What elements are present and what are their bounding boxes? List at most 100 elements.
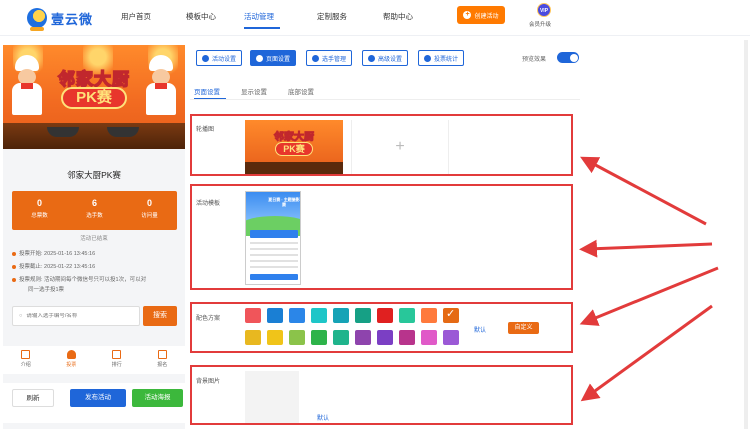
users-icon xyxy=(312,54,319,62)
tab-signup[interactable]: 报名 xyxy=(140,346,186,374)
ranking-icon xyxy=(112,350,122,359)
color-swatch[interactable] xyxy=(443,307,459,323)
tab-vote[interactable]: 投票 xyxy=(49,346,95,374)
stat-total-votes: 0 总票数 xyxy=(31,198,48,219)
logo-icon xyxy=(27,8,47,31)
search-icon: ○ xyxy=(19,313,23,319)
custom-color-button[interactable]: 自定义 xyxy=(508,322,539,334)
sliders-icon xyxy=(368,54,375,62)
arrow-to-background xyxy=(580,304,713,402)
template-section: 活动模板 夏日赛 · 主题摄影赛 xyxy=(190,184,573,290)
nav-help-center[interactable]: 帮助中心 xyxy=(383,11,413,22)
preview-actions: 刷新 发布活动 活动海报 xyxy=(3,383,185,423)
chef-illustration-left xyxy=(9,55,45,115)
tab-vote-statistics[interactable]: 投票统计 xyxy=(418,50,465,66)
create-activity-button[interactable]: + 创建活动 xyxy=(457,6,505,24)
activity-template-thumbnail[interactable]: 夏日赛 · 主题摄影赛 xyxy=(245,191,301,285)
brand-logo[interactable]: 壹云微 xyxy=(27,8,94,31)
gear-icon xyxy=(202,54,209,62)
preview-banner: 邻家大厨 PK赛 xyxy=(3,45,185,149)
color-swatch[interactable] xyxy=(355,330,371,345)
color-swatch[interactable] xyxy=(289,330,305,345)
template-label: 活动模板 xyxy=(196,201,221,207)
vote-rules-continued: 同一选手投1票 xyxy=(28,287,65,293)
nav-user-home[interactable]: 用户首页 xyxy=(121,11,151,22)
color-swatch[interactable] xyxy=(443,330,459,345)
arrow-to-carousel xyxy=(580,156,707,226)
chef-illustration-right xyxy=(143,55,179,115)
activity-name: 邻家大厨PK赛 xyxy=(67,170,121,180)
default-background-link[interactable]: 默认 xyxy=(317,413,329,422)
color-scheme-section: 配色方案 默认 自定义 xyxy=(190,302,573,353)
vote-icon xyxy=(66,350,76,359)
subtab-display-settings[interactable]: 显示设置 xyxy=(241,86,267,96)
add-carousel-image-button[interactable]: + xyxy=(351,120,449,174)
plus-icon: + xyxy=(463,11,472,19)
carousel-image-1[interactable]: 邻家大厨 PK赛 xyxy=(245,120,343,174)
background-label: 背景图片 xyxy=(196,379,221,385)
active-nav-indicator xyxy=(244,27,280,29)
chart-icon xyxy=(424,54,431,62)
tab-page-settings[interactable]: 页面设置 xyxy=(250,50,297,66)
tab-activity-settings[interactable]: 活动设置 xyxy=(196,50,243,66)
activity-stats: 0 总票数 6 选手数 0 访问量 xyxy=(12,191,177,230)
color-swatch[interactable] xyxy=(311,308,327,323)
subtab-footer-settings[interactable]: 底部设置 xyxy=(288,86,314,96)
color-swatch[interactable] xyxy=(245,330,261,345)
color-swatch[interactable] xyxy=(311,330,327,345)
color-swatch[interactable] xyxy=(267,330,283,345)
color-swatch[interactable] xyxy=(267,308,283,323)
brand-name: 壹云微 xyxy=(51,11,94,27)
color-swatch[interactable] xyxy=(399,330,415,345)
preview-tab-bar: 介绍 投票 排行 报名 xyxy=(3,346,185,374)
publish-activity-button[interactable]: 发布活动 xyxy=(70,389,126,407)
color-scheme-label: 配色方案 xyxy=(196,316,221,322)
arrow-to-template xyxy=(579,239,713,258)
tab-player-management[interactable]: 选手管理 xyxy=(306,50,353,66)
vip-upgrade-label[interactable]: 会员升级 xyxy=(529,20,551,28)
search-button[interactable]: 搜索 xyxy=(143,306,177,326)
refresh-button[interactable]: 刷新 xyxy=(12,389,54,407)
background-image-slot[interactable] xyxy=(245,371,299,423)
tab-ranking[interactable]: 排行 xyxy=(94,346,140,374)
nav-template-center[interactable]: 模板中心 xyxy=(186,11,216,22)
mobile-preview: 邻家大厨 PK赛 邻家大厨PK赛 0 总票数 6 选手数 0 访问量 活动已结束… xyxy=(3,45,185,429)
nav-activity-management[interactable]: 活动管理 xyxy=(244,11,274,22)
color-swatch[interactable] xyxy=(333,330,349,345)
color-swatch[interactable] xyxy=(245,308,261,323)
player-search-field[interactable]: ○ xyxy=(12,306,140,326)
color-swatch[interactable] xyxy=(333,308,349,323)
activity-status: 活动已结束 xyxy=(80,236,108,242)
color-swatch[interactable] xyxy=(421,330,437,345)
tab-intro[interactable]: 介绍 xyxy=(3,346,49,374)
color-swatch[interactable] xyxy=(355,308,371,323)
activity-poster-button[interactable]: 活动海报 xyxy=(132,389,183,407)
subtab-page-settings[interactable]: 页面设置 xyxy=(194,86,220,96)
color-swatch[interactable] xyxy=(421,308,437,323)
player-search-input[interactable] xyxy=(26,313,127,319)
color-swatch[interactable] xyxy=(289,308,305,323)
carousel-label: 轮播图 xyxy=(196,127,215,133)
carousel-section: 轮播图 邻家大厨 PK赛 + xyxy=(190,114,573,176)
gear-icon xyxy=(256,54,263,62)
vote-rules: 投票规则: 活动期间每个微信号只可以投1次，可以对 xyxy=(12,276,177,284)
color-swatch[interactable] xyxy=(399,308,415,323)
default-color-link[interactable]: 默认 xyxy=(474,325,486,334)
tab-advanced-settings[interactable]: 高级设置 xyxy=(362,50,409,66)
color-swatch[interactable] xyxy=(377,308,393,323)
signup-icon xyxy=(157,350,167,359)
color-swatch[interactable] xyxy=(377,330,393,345)
top-navigation: 壹云微 用户首页 模板中心 活动管理 定制服务 帮助中心 + 创建活动 VIP … xyxy=(0,0,750,36)
intro-icon xyxy=(21,350,31,359)
stat-visits: 0 访问量 xyxy=(141,198,158,219)
preview-effect-toggle[interactable] xyxy=(557,52,579,63)
nav-custom-service[interactable]: 定制服务 xyxy=(317,11,347,22)
vote-end-time: 投票截止: 2025-01-22 13:45:16 xyxy=(12,263,177,271)
banner-subtitle: PK赛 xyxy=(61,87,127,109)
create-activity-label: 创建活动 xyxy=(474,13,499,20)
vip-icon[interactable]: VIP xyxy=(537,3,551,17)
preview-effect-label: 预览效果 xyxy=(522,57,547,63)
page-scrollbar[interactable] xyxy=(744,40,748,429)
stat-players: 6 选手数 xyxy=(86,198,103,219)
background-section: 背景图片 默认 xyxy=(190,365,573,425)
